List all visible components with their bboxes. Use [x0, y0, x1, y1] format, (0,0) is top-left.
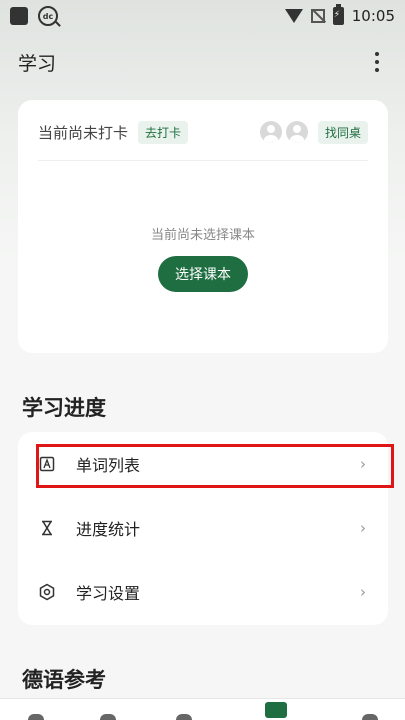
study-settings-item[interactable]: 学习设置 ›	[18, 560, 388, 624]
nav-tab-home[interactable]	[28, 714, 44, 720]
nav-tab-profile[interactable]	[362, 714, 378, 720]
divider	[38, 160, 368, 161]
checkin-button[interactable]: 去打卡	[138, 120, 189, 144]
chevron-right-icon: ›	[360, 583, 366, 601]
vocabulary-list-label: 单词列表	[76, 456, 141, 475]
more-options-icon[interactable]	[367, 52, 387, 72]
chevron-right-icon: ›	[360, 455, 366, 473]
settings-icon	[38, 583, 56, 601]
bottom-navigation	[0, 698, 405, 720]
select-textbook-button[interactable]: 选择课本	[158, 256, 248, 292]
no-textbook-text: 当前尚未选择课本	[150, 228, 255, 243]
hourglass-icon	[38, 519, 56, 537]
avatar	[259, 121, 282, 143]
checkin-row: 当前尚未打卡 去打卡 找同桌	[38, 120, 368, 144]
app-bar: 学习	[0, 42, 405, 82]
progress-stats-label: 进度统计	[76, 520, 141, 539]
nav-tab-study[interactable]	[265, 702, 287, 718]
nav-tab-practice[interactable]	[176, 714, 192, 720]
reference-section-title: 德语参考	[22, 668, 106, 692]
status-bar: dc 10:05	[0, 0, 405, 32]
checkin-status: 当前尚未打卡	[38, 123, 129, 142]
app-notification-icon	[10, 7, 28, 25]
status-time: 10:05	[351, 7, 395, 25]
study-settings-label: 学习设置	[76, 584, 141, 603]
vocabulary-list-item[interactable]: 单词列表 ›	[18, 432, 388, 496]
progress-card: 单词列表 › 进度统计 › 学习设置 ›	[18, 432, 388, 625]
progress-section-title: 学习进度	[22, 396, 106, 420]
partner-avatars	[259, 121, 308, 143]
no-signal-icon	[310, 9, 325, 23]
wifi-icon	[284, 9, 303, 23]
progress-stats-item[interactable]: 进度统计 ›	[18, 496, 388, 560]
avatar	[285, 121, 308, 143]
dc-search-icon: dc	[38, 6, 58, 26]
chevron-right-icon: ›	[360, 519, 366, 537]
nav-tab-dictionary[interactable]	[100, 714, 116, 720]
battery-icon	[332, 4, 344, 25]
study-card: 当前尚未打卡 去打卡 找同桌 当前尚未选择课本 选择课本	[18, 100, 388, 353]
page-title: 学习	[18, 52, 57, 75]
vocabulary-icon	[38, 455, 56, 473]
find-partner-button[interactable]: 找同桌	[317, 120, 368, 144]
